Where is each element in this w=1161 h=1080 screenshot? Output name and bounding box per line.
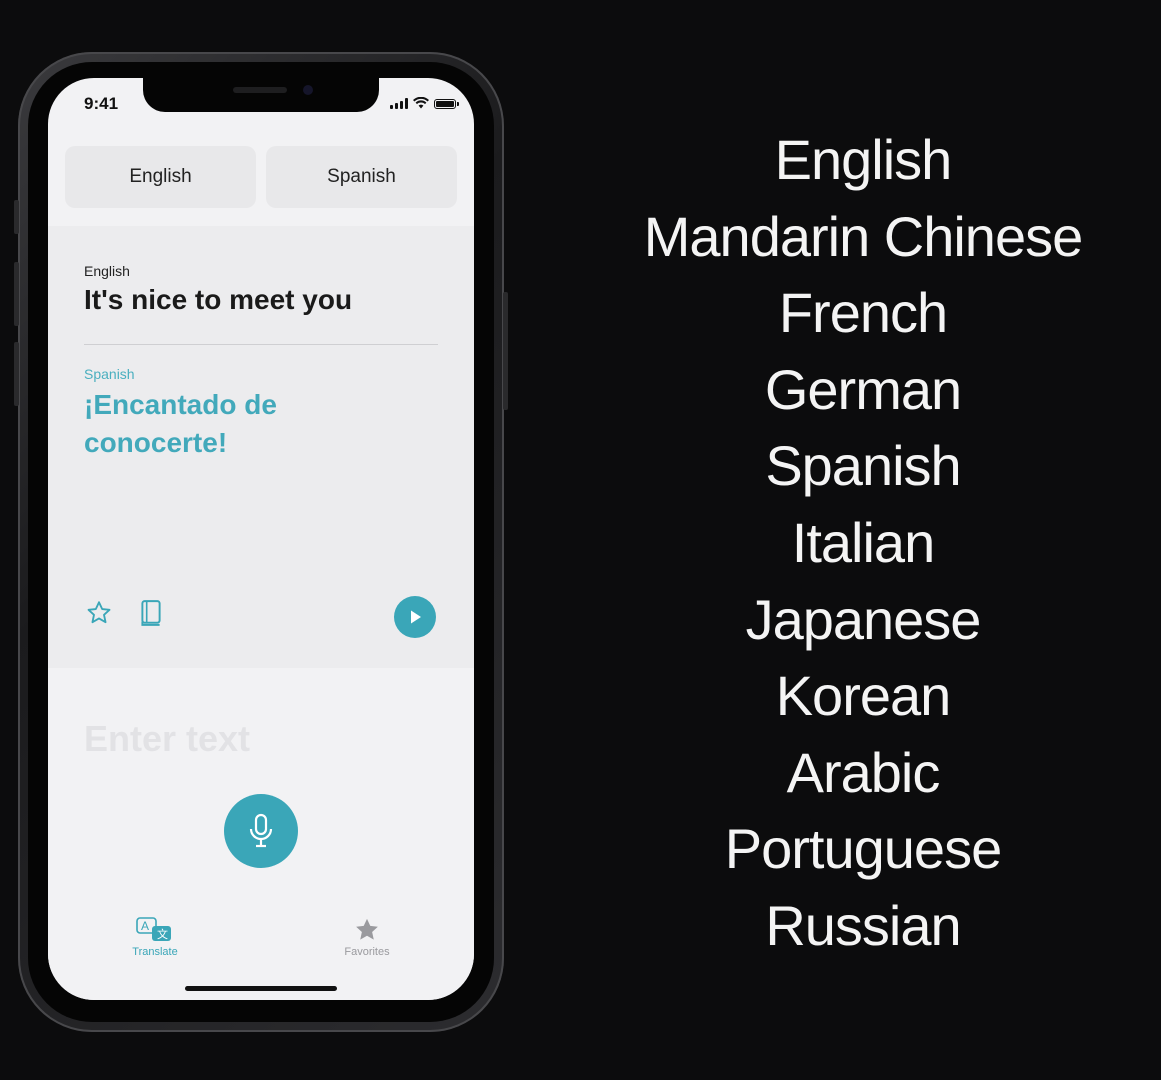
translation-card: English It's nice to meet you Spanish ¡E… <box>48 226 474 668</box>
status-time: 9:41 <box>84 94 119 113</box>
microphone-button[interactable] <box>224 794 298 868</box>
front-camera <box>303 85 313 95</box>
dictionary-button[interactable] <box>136 598 166 628</box>
microphone-icon <box>249 813 273 848</box>
supported-languages-list: English Mandarin Chinese French German S… <box>580 122 1146 965</box>
language-portuguese: Portuguese <box>724 817 1002 881</box>
silent-switch <box>14 200 19 234</box>
language-english: English <box>774 128 953 191</box>
star-filled-icon <box>356 918 378 940</box>
power-button <box>503 292 508 410</box>
target-language-label: Spanish <box>84 366 135 382</box>
battery-icon <box>434 99 459 109</box>
tab-translate-label: Translate <box>132 946 178 958</box>
source-text: It's nice to meet you <box>84 284 353 315</box>
favorite-button[interactable] <box>84 598 114 628</box>
star-icon <box>87 601 111 624</box>
translate-icon: A 文 <box>136 917 171 941</box>
card-actions <box>84 598 166 628</box>
language-italian: Italian <box>791 510 935 574</box>
card-divider <box>84 344 438 345</box>
volume-down-button <box>14 342 19 406</box>
tab-favorites-label: Favorites <box>344 946 390 958</box>
wifi-icon <box>413 97 429 109</box>
phone-screen: 9:41 English Spanish English It's nice t… <box>48 78 474 1000</box>
language-arabic: Arabic <box>786 740 941 804</box>
cellular-signal-icon <box>390 98 408 109</box>
language-spanish: Spanish <box>765 434 961 498</box>
language-russian: Russian <box>765 893 961 957</box>
source-language-button[interactable]: English <box>65 146 256 208</box>
speaker-grille <box>233 87 287 93</box>
status-icons <box>390 97 459 109</box>
language-german: German <box>764 357 962 421</box>
translated-text: ¡Encantado de conocerte! <box>84 389 277 458</box>
language-japanese: Japanese <box>745 587 982 651</box>
dictionary-icon <box>141 600 161 626</box>
tab-favorites[interactable]: Favorites <box>322 916 412 958</box>
svg-text:A: A <box>141 919 149 933</box>
target-language-button[interactable]: Spanish <box>266 146 457 208</box>
language-french: French <box>778 281 948 345</box>
play-translation-button[interactable] <box>394 596 436 638</box>
tab-translate[interactable]: A 文 Translate <box>110 916 200 958</box>
input-area: Enter text A 文 Translate Favorites <box>48 678 474 1000</box>
svg-text:文: 文 <box>157 927 168 941</box>
home-indicator[interactable] <box>185 986 337 991</box>
play-icon <box>411 610 421 624</box>
language-korean: Korean <box>775 664 952 728</box>
stage: 9:41 English Spanish English It's nice t… <box>0 0 1161 1080</box>
notch <box>143 78 379 112</box>
volume-up-button <box>14 262 19 326</box>
language-selector-bar: English Spanish <box>65 146 457 208</box>
language-mandarin-chinese: Mandarin Chinese <box>643 204 1083 268</box>
text-input[interactable]: Enter text <box>84 718 250 760</box>
source-language-label: English <box>84 263 130 279</box>
